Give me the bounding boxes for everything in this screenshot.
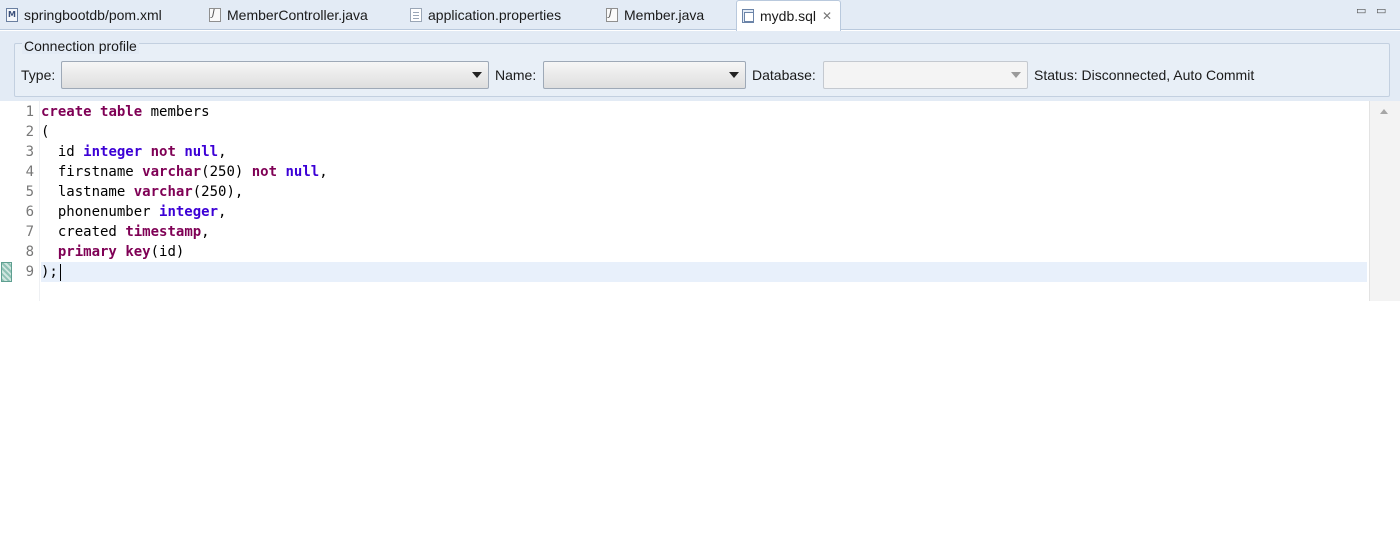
code-line: created timestamp, <box>57 224 210 240</box>
sql-keyword: key <box>125 244 151 260</box>
code-line: phonenumber integer, <box>57 204 227 220</box>
sql-keyword: varchar <box>133 184 193 200</box>
code-line: create table members <box>41 104 210 120</box>
tab-label: mydb.sql <box>760 8 817 24</box>
java-file-icon <box>606 8 618 22</box>
type-label: Type: <box>21 67 56 83</box>
line-number-gutter: 1 2 3 4 5 6 7 8 9 <box>0 101 40 301</box>
database-label: Database: <box>752 67 816 83</box>
connection-profile-legend: Connection profile <box>22 38 139 54</box>
text-caret <box>60 264 61 281</box>
tab-label: application.properties <box>428 7 562 23</box>
line-number: 2 <box>25 124 34 140</box>
editor-tab-bar: M springbootdb/pom.xml MemberController.… <box>0 0 1400 31</box>
maximize-icon[interactable]: ▭ <box>1376 4 1386 17</box>
sql-keyword: integer <box>159 204 219 220</box>
tab-member-java[interactable]: Member.java <box>606 0 704 30</box>
connection-profile-panel: Connection profile Type: Name: Database:… <box>0 31 1400 101</box>
sql-file-icon <box>742 9 754 23</box>
code-line: primary key(id) <box>57 244 185 260</box>
close-tab-icon[interactable]: ✕ <box>822 9 832 23</box>
line-number: 7 <box>25 224 34 240</box>
line-number: 6 <box>25 204 34 220</box>
scroll-up-icon[interactable] <box>1380 109 1388 114</box>
code-line: lastname varchar(250), <box>57 184 244 200</box>
minimize-icon[interactable]: ▭ <box>1356 4 1366 17</box>
sql-keyword: primary <box>57 244 117 260</box>
code-line: firstname varchar(250) not null, <box>57 164 328 180</box>
line-number: 1 <box>25 104 34 120</box>
sql-keyword: create <box>41 104 92 120</box>
chevron-down-icon <box>729 72 739 78</box>
sql-keyword: integer <box>83 144 143 160</box>
sql-keyword: null <box>285 164 320 180</box>
line-number: 9 <box>25 264 34 280</box>
java-file-icon <box>209 8 221 22</box>
tab-member-controller-java[interactable]: MemberController.java <box>209 0 368 30</box>
connection-status: Status: Disconnected, Auto Commit <box>1034 67 1255 83</box>
chevron-down-icon <box>472 72 482 78</box>
line-number: 5 <box>25 184 34 200</box>
chevron-down-icon <box>1011 72 1021 78</box>
tab-label: Member.java <box>624 7 705 23</box>
properties-file-icon <box>410 8 422 22</box>
line-number: 3 <box>25 144 34 160</box>
sql-keyword: null <box>184 144 219 160</box>
code-text-area[interactable]: create table members ( id integer not nul… <box>41 101 1369 301</box>
code-line: ); <box>41 264 58 280</box>
sql-keyword: varchar <box>142 164 202 180</box>
sql-keyword: not <box>251 164 278 180</box>
tab-pom-xml[interactable]: M springbootdb/pom.xml <box>6 0 162 30</box>
line-number: 4 <box>25 164 34 180</box>
sql-keyword: not <box>150 144 176 160</box>
database-select[interactable] <box>823 61 1028 89</box>
line-number: 8 <box>25 244 34 260</box>
tab-label: MemberController.java <box>227 7 368 23</box>
type-select[interactable] <box>61 61 489 89</box>
tab-mydb-sql[interactable]: mydb.sql ✕ <box>736 0 842 31</box>
name-label: Name: <box>495 67 537 83</box>
vertical-scrollbar[interactable] <box>1369 101 1400 301</box>
tab-application-properties[interactable]: application.properties <box>410 0 561 30</box>
sql-editor[interactable]: 1 2 3 4 5 6 7 8 9 create table members ( … <box>0 101 1400 301</box>
code-line: ( <box>41 124 50 140</box>
sql-keyword: table <box>100 104 143 120</box>
maven-pom-icon: M <box>6 8 18 22</box>
code-line: id integer not null, <box>57 144 227 160</box>
tab-label: springbootdb/pom.xml <box>24 7 162 23</box>
name-select[interactable] <box>543 61 746 89</box>
sql-keyword: timestamp <box>125 224 202 240</box>
